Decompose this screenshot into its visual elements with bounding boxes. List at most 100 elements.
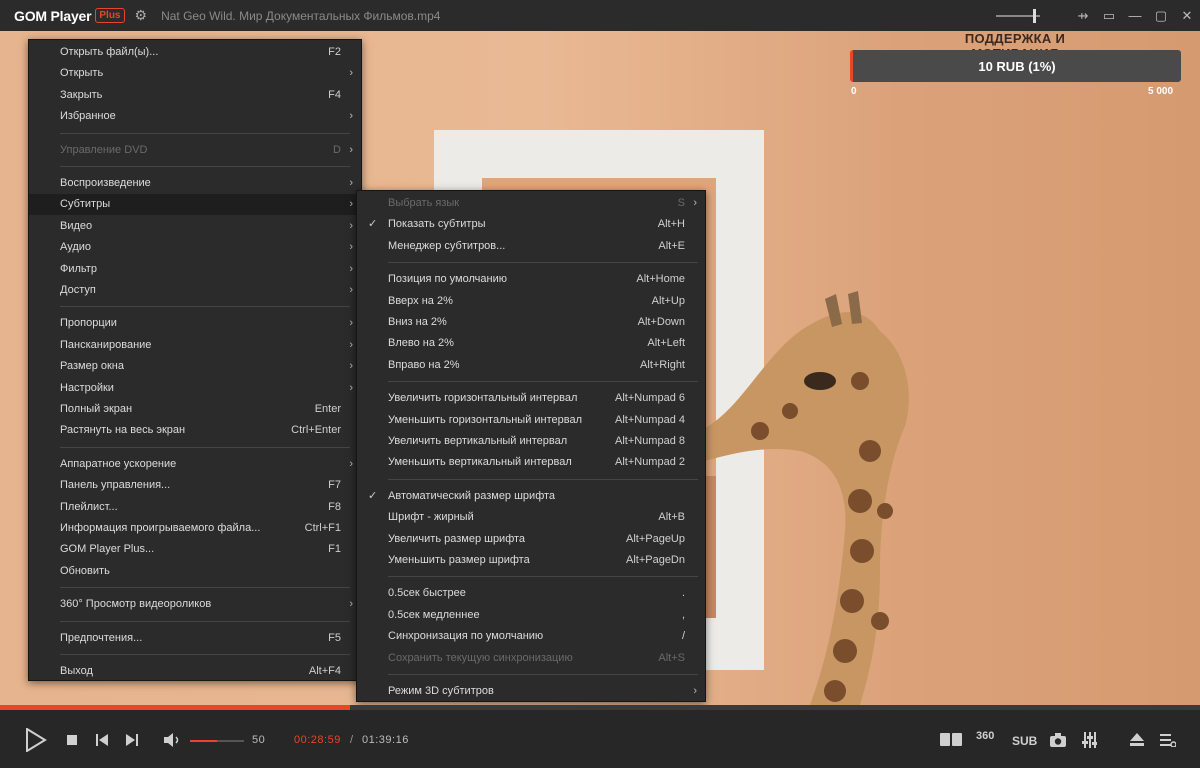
menu-item-label: Увеличить горизонтальный интервал [388, 392, 578, 405]
menu-item-33[interactable]: Выход Alt+F4 [29, 661, 361, 682]
play-icon[interactable] [25, 728, 47, 752]
title-bar: GOM Player Plus ⚙ Nat Geo Wild. Мир Доку… [0, 0, 1200, 31]
menu-item-label: Увеличить размер шрифта [388, 532, 526, 545]
menu-item-1: Выбрать язык S › [357, 193, 705, 214]
menu-item-29[interactable]: 360° Просмотр видеороликов › [29, 594, 361, 615]
menu-item-24[interactable]: Плейлист... F8 [29, 497, 361, 518]
mini-mode-icon[interactable]: ▭ [1096, 8, 1122, 24]
menu-item-18[interactable]: Настройки › [29, 378, 361, 399]
menu-item-shortcut: Alt+H [657, 218, 685, 231]
volume-icon[interactable] [164, 733, 182, 747]
menu-item-label: Уменьшить вертикальный интервал [388, 456, 572, 469]
menu-item-1[interactable]: Открыть файл(ы)... F2 [29, 42, 361, 63]
chevron-right-icon: › [349, 219, 353, 232]
volume-slider[interactable] [190, 740, 244, 742]
previous-icon[interactable] [96, 734, 109, 747]
menu-item-label: Открыть файл(ы)... [60, 46, 159, 58]
stop-icon[interactable] [67, 735, 78, 746]
chevron-right-icon: › [349, 338, 353, 351]
next-icon[interactable] [126, 734, 139, 747]
menu-item-15[interactable]: Пропорции › [29, 313, 361, 334]
menu-item-shortcut: D [333, 143, 341, 156]
gear-icon[interactable]: ⚙ [135, 7, 148, 24]
menu-item-11[interactable]: Увеличить горизонтальный интервал Alt+Num… [357, 388, 705, 409]
menu-item-5[interactable]: Позиция по умолчанию Alt+Home [357, 269, 705, 290]
menu-item-10[interactable]: Видео › [29, 216, 361, 237]
plus-badge: Plus [95, 8, 125, 23]
menu-item-21[interactable]: 0.5сек быстрее. [357, 583, 705, 604]
menu-item-9[interactable]: Субтитры › [29, 194, 361, 216]
menu-item-14[interactable]: Уменьшить вертикальный интервал Alt+Numpa… [357, 452, 705, 473]
menu-item-22[interactable]: 0.5сек медленнее, [357, 605, 705, 626]
menu-item-label: Шрифт - жирный [388, 511, 474, 524]
close-icon[interactable]: ✕ [1174, 8, 1200, 24]
chevron-right-icon: › [349, 284, 353, 296]
menu-item-shortcut: , [681, 608, 685, 621]
menu-item-13[interactable]: Увеличить вертикальный интервал Alt+Numpa… [357, 431, 705, 452]
maximize-icon[interactable]: ▢ [1148, 8, 1174, 24]
menu-item-11[interactable]: Аудио › [29, 237, 361, 258]
menu-item-17[interactable]: Шрифт - жирный Alt+B [357, 507, 705, 528]
keyboard-icon[interactable] [940, 732, 962, 748]
menu-item-shortcut: Alt+B [658, 511, 685, 524]
menu-item-label: Аппаратное ускорение [60, 457, 177, 470]
time-separator: / [350, 734, 354, 746]
menu-item-shortcut: Enter [314, 403, 341, 415]
menu-item-shortcut: Alt+Right [640, 358, 685, 371]
chevron-right-icon: › [693, 197, 697, 209]
menu-item-13[interactable]: Доступ › [29, 280, 361, 301]
menu-item-16[interactable]: Пансканирование › [29, 335, 361, 356]
camera-icon[interactable] [1050, 733, 1066, 747]
menu-item-8[interactable]: Воспроизведение › [29, 173, 361, 194]
menu-item-shortcut: Alt+Numpad 8 [614, 435, 685, 447]
menu-item-shortcut: / [681, 630, 685, 643]
menu-item-27[interactable]: Обновить [29, 561, 361, 582]
chevron-right-icon: › [349, 67, 353, 80]
current-time: 00:28:59 [294, 734, 341, 746]
menu-item-shortcut: F5 [328, 631, 341, 644]
menu-item-3[interactable]: Менеджер субтитров... Alt+E [357, 236, 705, 257]
menu-item-6[interactable]: Вверх на 2% Alt+Up [357, 291, 705, 312]
menu-item-7[interactable]: Вниз на 2% Alt+Down [357, 312, 705, 333]
menu-item-31[interactable]: Предпочтения... F5 [29, 628, 361, 649]
menu-item-12[interactable]: Уменьшить горизонтальный интервал Alt+Num… [357, 410, 705, 431]
menu-item-26[interactable]: GOM Player Plus... F1 [29, 539, 361, 560]
menu-item-label: Синхронизация по умолчанию [388, 630, 544, 643]
menu-item-shortcut: Alt+Home [636, 273, 685, 286]
menu-item-9[interactable]: Вправо на 2% Alt+Right [357, 355, 705, 376]
menu-item-shortcut: Alt+PageUp [625, 532, 685, 545]
menu-item-19[interactable]: Уменьшить размер шрифта Alt+PageDn [357, 550, 705, 571]
window-title: Nat Geo Wild. Мир Документальных Фильмов… [161, 8, 441, 23]
playlist-icon[interactable] [1160, 733, 1176, 747]
menu-item-2[interactable]: ✓ Показать субтитры Alt+H [357, 214, 705, 235]
menu-separator [60, 587, 350, 589]
subtitles-button[interactable]: SUB [1012, 734, 1037, 748]
menu-item-23[interactable]: Синхронизация по умолчанию / [357, 626, 705, 647]
menu-item-20[interactable]: Растянуть на весь экран Ctrl+Enter [29, 420, 361, 441]
opacity-slider-knob[interactable] [1033, 8, 1036, 23]
menu-item-16[interactable]: ✓ Автоматический размер шрифта [357, 486, 705, 507]
pin-icon[interactable]: ⇸ [1070, 8, 1096, 24]
menu-item-12[interactable]: Фильтр › [29, 259, 361, 280]
menu-item-2[interactable]: Открыть › [29, 63, 361, 84]
eject-icon[interactable] [1130, 733, 1144, 747]
menu-item-23[interactable]: Панель управления... F7 [29, 475, 361, 496]
menu-item-22[interactable]: Аппаратное ускорение › [29, 454, 361, 475]
menu-item-label: Управление DVD [60, 143, 148, 156]
minimize-icon[interactable]: — [1122, 8, 1148, 23]
menu-item-19[interactable]: Полный экран Enter [29, 399, 361, 420]
menu-item-8[interactable]: Влево на 2% Alt+Left [357, 333, 705, 354]
chevron-right-icon: › [693, 685, 697, 697]
menu-item-4[interactable]: Избранное › [29, 106, 361, 127]
menu-item-18[interactable]: Увеличить размер шрифта Alt+PageUp [357, 529, 705, 550]
vr-360-button[interactable]: 360 [976, 730, 994, 742]
menu-item-25[interactable]: Информация проигрываемого файла... Ctrl+F… [29, 518, 361, 539]
menu-item-label: Режим 3D субтитров [388, 685, 494, 697]
opacity-slider[interactable] [996, 8, 1040, 23]
menu-item-label: Фильтр [60, 262, 97, 275]
menu-item-17[interactable]: Размер окна › [29, 356, 361, 377]
menu-item-label: Настройки [60, 381, 114, 394]
equalizer-icon[interactable] [1082, 732, 1097, 748]
menu-item-26[interactable]: Режим 3D субтитров › [357, 681, 705, 702]
menu-item-3[interactable]: Закрыть F4 [29, 85, 361, 106]
